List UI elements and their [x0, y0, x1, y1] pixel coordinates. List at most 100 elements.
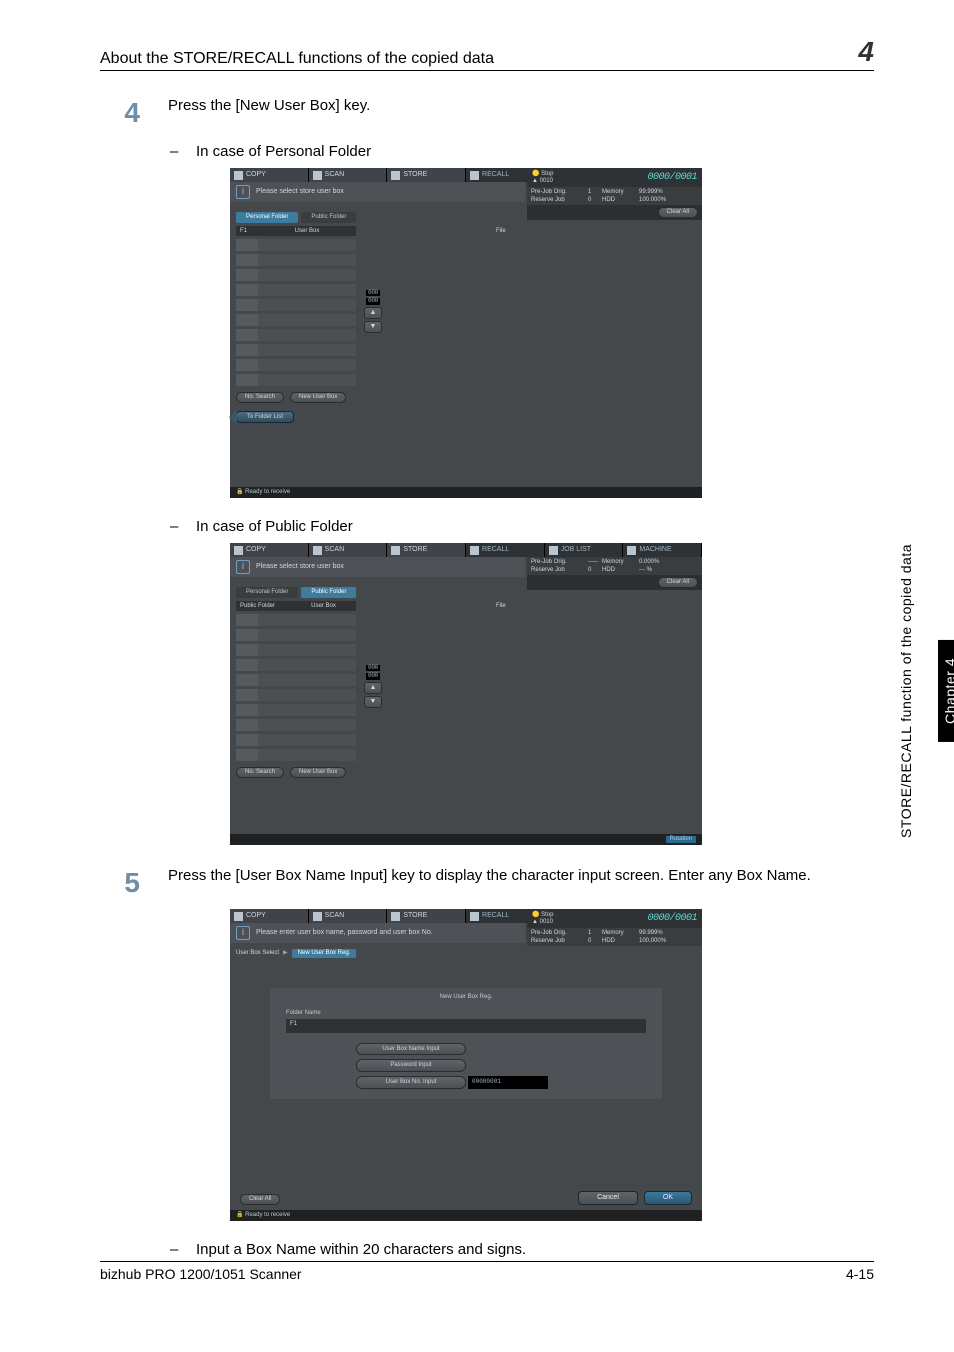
tab-personal-folder[interactable]: Personal Folder: [236, 212, 298, 223]
message-text: Please select store user box: [256, 563, 344, 571]
ok-button[interactable]: OK: [644, 1191, 692, 1205]
list-item[interactable]: [236, 239, 356, 251]
status-panel: Pre-Job Orig.-----Memory0.000% Reserve J…: [527, 557, 702, 590]
info-icon: i: [236, 926, 250, 940]
tab-joblist[interactable]: JOB LIST: [545, 543, 624, 557]
counter: 0000/0001: [647, 913, 697, 924]
clear-all-button[interactable]: Clear All: [240, 1194, 280, 1205]
list-item[interactable]: [236, 629, 356, 641]
tab-copy[interactable]: COPY: [230, 168, 309, 182]
user-box-no-input-button[interactable]: User Box No. Input: [356, 1076, 466, 1089]
to-folder-list-button[interactable]: To Folder List: [236, 411, 294, 424]
header-title: About the STORE/RECALL functions of the …: [100, 50, 494, 68]
list-item[interactable]: [236, 374, 356, 386]
tab-public-folder[interactable]: Public Folder: [301, 587, 356, 598]
status-bar: 🔒 Ready to receive: [230, 1210, 702, 1221]
page-up-button[interactable]: ▲: [364, 682, 382, 694]
tab-scan[interactable]: SCAN: [309, 543, 388, 557]
crumb-newbox-reg: New User Box Reg.: [292, 949, 357, 958]
list-item[interactable]: [236, 719, 356, 731]
top-tabs: COPY SCAN STORE RECALL JOB LIST MACHINE: [230, 543, 702, 557]
user-box-name-input-button[interactable]: User Box Name Input: [356, 1043, 466, 1056]
scan-icon: [313, 912, 322, 921]
back-arrow-icon: [229, 410, 237, 424]
list-item[interactable]: [236, 284, 356, 296]
footer-pagenum: 4-15: [846, 1266, 874, 1282]
tab-public-folder[interactable]: Public Folder: [301, 212, 356, 223]
step-5-sub-1: – Input a Box Name within 20 characters …: [170, 1241, 874, 1258]
status-panel: 🟡 Stop ▲ 0010 0000/0001 Pre-Job Orig.1Me…: [527, 168, 702, 220]
message-text: Please select store user box: [256, 188, 344, 196]
new-userbox-panel: New User Box Reg. Folder Name F1 User Bo…: [270, 988, 662, 1099]
tab-copy[interactable]: COPY: [230, 543, 309, 557]
file-header: File: [492, 226, 510, 387]
tab-scan[interactable]: SCAN: [309, 909, 388, 923]
step-number: 5: [100, 867, 140, 899]
list-item[interactable]: [236, 344, 356, 356]
password-input-button[interactable]: Password Input: [356, 1059, 466, 1072]
page-footer: bizhub PRO 1200/1051 Scanner 4-15: [100, 1261, 874, 1282]
clear-all-button[interactable]: Clear All: [658, 207, 698, 218]
joblist-icon: [549, 546, 558, 555]
tab-copy[interactable]: COPY: [230, 909, 309, 923]
bullet-dash: –: [170, 143, 180, 160]
crumb-userbox-select[interactable]: User Box Select: [236, 950, 279, 957]
clear-all-button[interactable]: Clear All: [658, 577, 698, 588]
no-search-button[interactable]: No. Search: [236, 767, 284, 778]
list-item[interactable]: [236, 329, 356, 341]
label-folder-name: Folder Name: [286, 1010, 656, 1017]
list-item[interactable]: [236, 614, 356, 626]
scan-icon: [313, 171, 322, 180]
tab-store[interactable]: STORE: [387, 543, 466, 557]
page-down-button[interactable]: ▼: [364, 696, 382, 708]
list-item[interactable]: [236, 299, 356, 311]
sub-text: Input a Box Name within 20 characters an…: [196, 1241, 526, 1258]
list-item[interactable]: [236, 749, 356, 761]
side-chapter-badge: Chapter 4: [938, 640, 954, 742]
new-user-box-button[interactable]: New User Box: [290, 767, 346, 778]
status-bar: 🔒 Ready to receive: [230, 487, 702, 498]
recall-icon: [470, 171, 479, 180]
screenshot-personal-folder: COPY SCAN STORE RECALL JOB LIST MACHINE …: [230, 168, 702, 498]
tab-recall[interactable]: RECALL: [466, 543, 545, 557]
col-userbox: User Box: [258, 226, 356, 237]
message-bar: i Please select store user box: [230, 182, 525, 202]
page-down-button[interactable]: ▼: [364, 321, 382, 333]
tab-store[interactable]: STORE: [387, 168, 466, 182]
no-search-button[interactable]: No. Search: [236, 392, 284, 403]
step-text: Press the [User Box Name Input] key to d…: [168, 867, 874, 884]
tab-machine[interactable]: MACHINE: [623, 543, 702, 557]
list-item[interactable]: [236, 674, 356, 686]
sub-text: In case of Public Folder: [196, 518, 353, 535]
step-4-sub-1: – In case of Personal Folder: [170, 143, 874, 160]
bullet-dash: –: [170, 1241, 180, 1258]
label-memory: Memory: [602, 189, 637, 196]
status-stop: 🟡 Stop: [532, 171, 553, 178]
status-stop: 🟡 Stop: [532, 912, 553, 919]
status-panel: 🟡 Stop ▲ 0010 0000/0001 Pre-Job Orig.1Me…: [527, 909, 702, 946]
list-item[interactable]: [236, 269, 356, 281]
counter: 0000/0001: [647, 172, 697, 183]
list-item[interactable]: [236, 314, 356, 326]
footer-product: bizhub PRO 1200/1051 Scanner: [100, 1266, 302, 1282]
message-bar: i Please enter user box name, password a…: [230, 923, 525, 943]
sub-text: In case of Personal Folder: [196, 143, 371, 160]
list-item[interactable]: [236, 359, 356, 371]
list-item[interactable]: [236, 689, 356, 701]
list-pager: 000 000 ▲ ▼: [364, 665, 382, 708]
list-item[interactable]: [236, 704, 356, 716]
new-user-box-button[interactable]: New User Box: [290, 392, 346, 403]
tab-scan[interactable]: SCAN: [309, 168, 388, 182]
info-icon: i: [236, 185, 250, 199]
cancel-button[interactable]: Cancel: [578, 1191, 638, 1205]
tab-store[interactable]: STORE: [387, 909, 466, 923]
list-item[interactable]: [236, 659, 356, 671]
list-item[interactable]: [236, 734, 356, 746]
step-number: 4: [100, 97, 140, 129]
list-item[interactable]: [236, 254, 356, 266]
page-up-button[interactable]: ▲: [364, 307, 382, 319]
list-item[interactable]: [236, 644, 356, 656]
list-pager: 000 000 ▲ ▼: [364, 290, 382, 333]
tab-personal-folder[interactable]: Personal Folder: [236, 587, 298, 598]
folder-name-field[interactable]: F1: [286, 1019, 646, 1033]
